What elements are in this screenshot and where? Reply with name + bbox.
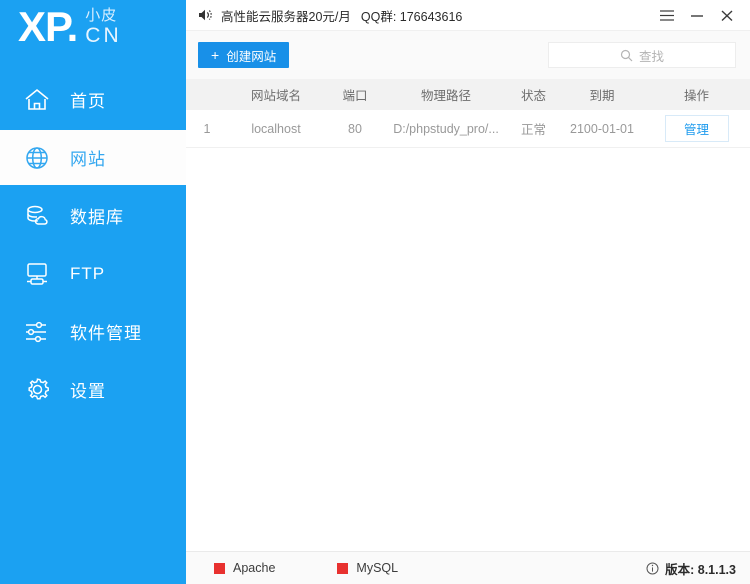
table-header-expire: 到期 xyxy=(589,89,615,103)
ftp-icon xyxy=(22,259,52,289)
toolbar: + 创建网站 查找 xyxy=(186,31,750,79)
sidebar-nav: 首页 网站 数据库 FTP 软件管理 设置 xyxy=(0,72,186,417)
sidebar-item-label: 首页 xyxy=(70,92,106,111)
search-icon xyxy=(620,49,633,62)
row-path: D:/phpstudy_pro/... xyxy=(393,121,499,136)
search-input[interactable]: 查找 xyxy=(548,42,736,68)
table-header-path: 物理路径 xyxy=(420,89,471,103)
sidebar-item-label: 软件管理 xyxy=(70,324,142,343)
service-name: MySQL xyxy=(356,561,399,575)
minimize-icon[interactable] xyxy=(682,0,712,31)
sidebar: XP. 小皮 CN 首页 网站 数据库 FTP 软件管理 设置 xyxy=(0,0,186,584)
close-icon[interactable] xyxy=(712,0,742,31)
service-status-apache[interactable]: Apache xyxy=(214,561,275,575)
table-row[interactable]: 1 localhost 80 D:/phpstudy_pro/... 正常 21… xyxy=(186,110,750,148)
search-placeholder: 查找 xyxy=(638,49,664,64)
speaker-icon[interactable] xyxy=(196,6,214,24)
logo-cn-chinese: 小皮 xyxy=(85,6,118,24)
sidebar-item-database[interactable]: 数据库 xyxy=(0,188,186,243)
row-status: 正常 xyxy=(520,123,546,137)
sidebar-item-settings[interactable]: 设置 xyxy=(0,362,186,417)
sidebar-item-software-manage[interactable]: 软件管理 xyxy=(0,304,186,359)
sidebar-item-website[interactable]: 网站 xyxy=(0,130,186,185)
sites-table: 网站域名 端口 物理路径 状态 到期 操作 1 localhost 80 D:/… xyxy=(186,79,750,551)
service-name: Apache xyxy=(233,561,276,575)
table-header-domain: 网站域名 xyxy=(250,89,301,103)
row-expire: 2100-01-01 xyxy=(570,121,634,136)
row-index: 1 xyxy=(203,121,211,136)
title-ad-text: 高性能云服务器20元/月 xyxy=(221,9,351,24)
info-icon xyxy=(646,562,659,575)
table-header-row: 网站域名 端口 物理路径 状态 到期 操作 xyxy=(186,79,750,110)
database-icon xyxy=(22,201,52,231)
logo-xp-text: XP. xyxy=(18,3,78,50)
sidebar-item-label: 网站 xyxy=(70,150,106,169)
version-info[interactable]: 版本: 8.1.1.3 xyxy=(646,559,736,578)
statusbar: Apache MySQL 版本: 8.1.1.3 xyxy=(186,551,750,584)
titlebar: 高性能云服务器20元/月 QQ群: 176643616 xyxy=(186,0,750,31)
create-site-label: 创建网站 xyxy=(226,49,277,64)
sidebar-item-label: 设置 xyxy=(70,382,106,401)
window-controls xyxy=(652,0,750,31)
row-port: 80 xyxy=(348,121,362,136)
hamburger-icon[interactable] xyxy=(652,0,682,31)
globe-icon xyxy=(22,143,52,173)
sidebar-item-home[interactable]: 首页 xyxy=(0,72,186,127)
sidebar-item-ftp[interactable]: FTP xyxy=(0,246,186,301)
home-icon xyxy=(22,85,52,115)
status-badge xyxy=(337,562,349,574)
manage-button[interactable]: 管理 xyxy=(664,115,729,142)
app-window: XP. 小皮 CN 首页 网站 数据库 FTP 软件管理 设置 高性能云服务器2… xyxy=(0,0,750,584)
gear-icon xyxy=(22,375,52,405)
title-qq-text: QQ群: 176643616 xyxy=(360,9,463,24)
table-header-action: 操作 xyxy=(683,89,709,103)
service-status-mysql[interactable]: MySQL xyxy=(337,561,398,575)
table-header-port: 端口 xyxy=(342,89,368,103)
logo-cn-text: CN xyxy=(85,24,122,47)
sidebar-item-label: 数据库 xyxy=(70,208,124,227)
create-site-button[interactable]: + 创建网站 xyxy=(198,42,290,68)
status-badge xyxy=(214,562,225,574)
plus-icon: + xyxy=(211,47,220,63)
row-action-cell: 管理 xyxy=(643,115,750,142)
sidebar-item-label: FTP xyxy=(70,263,106,283)
main-area: 高性能云服务器20元/月 QQ群: 176643616 + 创建网站 查找 网站… xyxy=(186,0,750,584)
version-label: 版本: 8.1.1.3 xyxy=(665,562,736,577)
app-logo: XP. 小皮 CN xyxy=(0,0,186,64)
sliders-icon xyxy=(22,317,52,347)
table-header-status: 状态 xyxy=(520,89,546,103)
row-domain: localhost xyxy=(251,121,301,136)
